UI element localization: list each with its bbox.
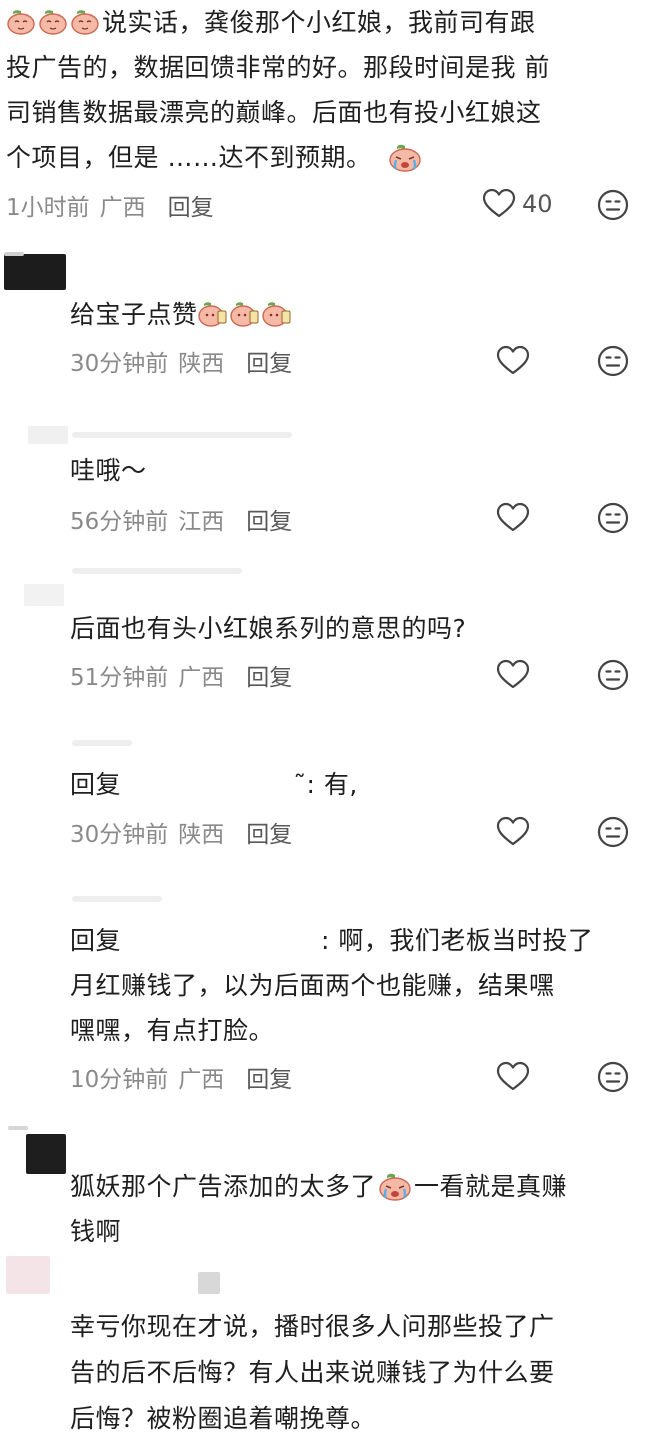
heart-icon[interactable] <box>496 345 530 377</box>
neutral-face-icon[interactable] <box>597 502 629 534</box>
timestamp: 1小时前 <box>6 195 90 221</box>
reply-meta: 56分钟前 江西 回复 <box>70 502 292 536</box>
reply-button[interactable]: 回复 <box>246 658 292 692</box>
main-comment-line-2: 投广告的，数据回馈非常的好。那段时间是我 前 <box>6 53 550 82</box>
location: 陕西 <box>178 822 225 848</box>
avatar[interactable] <box>6 1256 50 1294</box>
reply-text: 幸亏你现在才说，播时很多人问那些投了广 告的后不后悔？有人出来说赚钱了为什么要 … <box>70 1312 555 1433</box>
reply-meta: 30分钟前 陕西 回复 <box>70 815 292 849</box>
neutral-face-icon[interactable] <box>597 659 629 691</box>
reply-text: 哇哦～ <box>70 456 147 485</box>
reply-button[interactable]: 回复 <box>168 188 214 222</box>
avatar[interactable] <box>28 426 68 444</box>
cry-emoji-icon <box>388 142 422 172</box>
heart-icon[interactable] <box>496 816 530 848</box>
location: 广西 <box>178 1067 225 1093</box>
username-placeholder <box>72 568 242 574</box>
peach-emoji-icon <box>38 8 68 35</box>
peach-emoji-icon <box>70 8 100 35</box>
reply-button[interactable]: 回复 <box>246 1060 292 1094</box>
neutral-face-icon[interactable] <box>597 345 629 377</box>
username-placeholder <box>4 252 24 256</box>
username-placeholder <box>72 896 162 902</box>
like-control[interactable]: 40 <box>482 188 553 220</box>
heart-icon[interactable] <box>482 188 516 220</box>
avatar[interactable] <box>4 254 66 290</box>
username-placeholder <box>8 1126 28 1130</box>
timestamp: 56分钟前 <box>70 509 169 535</box>
heart-icon[interactable] <box>496 1061 530 1093</box>
reply-meta: 51分钟前 广西 回复 <box>70 658 292 692</box>
reply-button[interactable]: 回复 <box>246 502 292 536</box>
heart-icon[interactable] <box>496 502 530 534</box>
reply-meta: 30分钟前 陕西 回复 <box>70 344 292 378</box>
location: 江西 <box>178 509 225 535</box>
avatar[interactable] <box>24 584 64 606</box>
location: 陕西 <box>178 351 225 377</box>
like-count: 40 <box>522 190 553 218</box>
reply-button[interactable]: 回复 <box>246 815 292 849</box>
heart-icon[interactable] <box>496 659 530 691</box>
neutral-face-icon[interactable] <box>597 189 629 221</box>
reply-meta: 10分钟前 广西 回复 <box>70 1060 292 1094</box>
reply-text: 后面也有头小红娘系列的意思的吗? <box>70 614 467 643</box>
neutral-face-icon[interactable] <box>597 816 629 848</box>
reply-button[interactable]: 回复 <box>246 344 292 378</box>
timestamp: 30分钟前 <box>70 351 169 377</box>
peach-emoji-icon <box>6 8 36 35</box>
location: 广西 <box>99 195 146 221</box>
location: 广西 <box>178 665 225 691</box>
username-placeholder <box>198 1272 220 1294</box>
neutral-face-icon[interactable] <box>597 1061 629 1093</box>
timestamp: 10分钟前 <box>70 1067 169 1093</box>
username-placeholder <box>72 740 132 746</box>
timestamp: 30分钟前 <box>70 822 169 848</box>
timestamp: 51分钟前 <box>70 665 169 691</box>
reply-text: 回复: 啊，我们老板当时投了 月红赚钱了，以为后面两个也能赚，结果嘿 嘿嘿，有点… <box>70 926 594 1045</box>
main-comment: 说实话，龚俊那个小红娘，我前司有跟 投广告的，数据回馈非常的好。那段时间是我 前… <box>0 0 656 230</box>
username-placeholder <box>72 432 292 438</box>
avatar[interactable] <box>26 1134 66 1174</box>
main-comment-line-3: 司销售数据最漂亮的巅峰。后面也有投小红娘这 <box>6 98 542 127</box>
main-comment-line-1: 说实话，龚俊那个小红娘，我前司有跟 <box>6 0 550 45</box>
reply-text: 狐妖那个广告添加的太多了 一看就是真赚 钱啊 <box>70 1171 568 1246</box>
comment-meta: 1小时前 广西 回复 <box>6 188 214 222</box>
peach-tea-emoji-icon <box>230 300 260 327</box>
reply-text: 给宝子点赞 <box>70 292 294 337</box>
cry-emoji-icon <box>378 1171 412 1201</box>
peach-tea-emoji-icon <box>198 300 228 327</box>
reply-text: 回复̃: 有, <box>70 770 358 799</box>
main-comment-line-4: 个项目，但是 ……达不到预期。 <box>6 135 550 180</box>
peach-tea-emoji-icon <box>262 300 292 327</box>
